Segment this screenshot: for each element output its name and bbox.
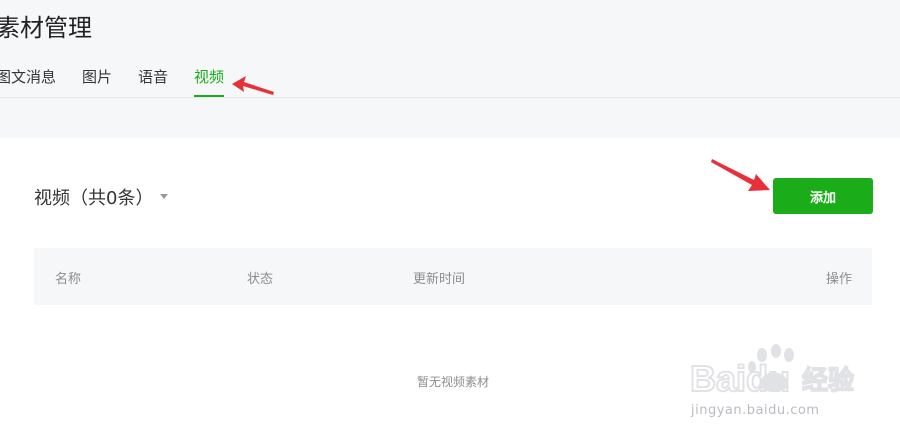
watermark-suffix: 经验 (802, 365, 854, 396)
annotation-arrow-icon (711, 159, 770, 191)
annotation-arrow-icon (232, 76, 274, 95)
table-header: 名称 状态 更新时间 操作 (34, 248, 872, 305)
watermark-url: jingyan.baidu.com (691, 403, 820, 418)
tab-bar: 图文消息 图片 语音 视频 (0, 60, 900, 98)
tab-voice[interactable]: 语音 (138, 66, 168, 96)
tab-images[interactable]: 图片 (82, 66, 112, 96)
section-title-dropdown[interactable]: 视频（共0条） (34, 184, 169, 210)
tab-news[interactable]: 图文消息 (0, 66, 56, 96)
caret-down-icon (160, 193, 169, 199)
column-updated: 更新时间 (413, 272, 466, 287)
paw-icon: Baidu 经验 (689, 344, 855, 400)
page-title: 素材管理 (0, 14, 92, 42)
header-area: 素材管理 图文消息 图片 语音 视频 (0, 0, 900, 138)
column-actions: 操作 (825, 272, 852, 287)
tab-video[interactable]: 视频 (194, 66, 225, 97)
column-name: 名称 (55, 272, 82, 287)
column-status: 状态 (247, 272, 274, 287)
section-title: 视频（共0条） (34, 188, 154, 209)
add-button[interactable]: 添加 (773, 178, 873, 214)
watermark-brand: Baidu (690, 358, 790, 399)
